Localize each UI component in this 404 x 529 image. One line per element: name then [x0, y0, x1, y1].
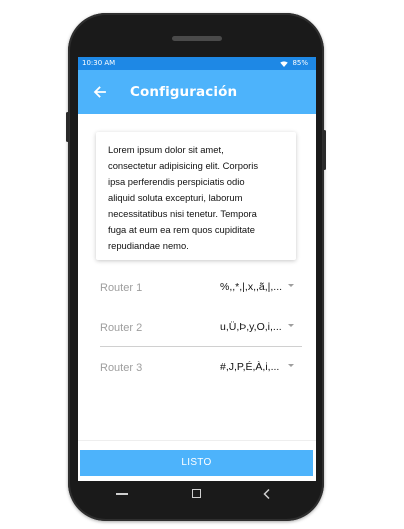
dropdown-arrow-icon [288, 284, 294, 287]
app-screen: 10:30 AM 85% Configuración Lorem ipsum d… [78, 57, 316, 481]
description-text: Lorem ipsum dolor sit amet, consectetur … [108, 142, 286, 254]
description-line: fuga at eum ea rem quos cupiditate [108, 224, 255, 235]
dropdown-arrow-icon [288, 324, 294, 327]
arrow-back-icon[interactable] [92, 84, 108, 100]
router-label: Router 1 [100, 282, 143, 294]
router-1-select[interactable]: %,,*,|,x,,ã,|,... [220, 280, 304, 298]
description-line: necessitatibus nisi tenetur. Tempora [108, 208, 257, 219]
description-line: consectetur adipisicing elit. Corporis [108, 160, 259, 171]
earpiece-speaker [172, 36, 222, 41]
router-value: %,,*,|,x,,ã,|,... [220, 281, 283, 293]
router-value: #,J,P,É,À,i,... [220, 361, 280, 373]
home-square-icon[interactable] [192, 489, 201, 498]
listo-button[interactable]: LISTO [80, 450, 313, 476]
divider [100, 346, 302, 347]
description-line: repudiandae nemo. [108, 240, 189, 251]
description-line: ipsa perferendis perspiciatis odio [108, 176, 245, 187]
wifi-icon [280, 60, 289, 67]
description-line: Lorem ipsum dolor sit amet, [108, 144, 224, 155]
stage: 10:30 AM 85% Configuración Lorem ipsum d… [0, 0, 404, 529]
status-bar: 10:30 AM 85% [78, 57, 316, 70]
router-label: Router 3 [100, 362, 143, 374]
description-card: Lorem ipsum dolor sit amet, consectetur … [96, 132, 296, 260]
router-3-select[interactable]: #,J,P,É,À,i,... [220, 360, 304, 378]
router-label: Router 2 [100, 322, 143, 334]
router-row-2: Router 2 u,Ü,Þ,y,O,i,... [100, 314, 304, 344]
status-indicators: 85% [280, 57, 308, 70]
battery-level: 85% [292, 59, 308, 67]
volume-button [66, 112, 69, 142]
menu-icon[interactable] [116, 493, 128, 495]
description-line: aliquid soluta excepturi, laborum [108, 192, 243, 203]
footer-divider [78, 440, 316, 441]
app-bar: Configuración [78, 70, 316, 114]
router-value: u,Ü,Þ,y,O,i,... [220, 321, 282, 333]
power-button [323, 130, 326, 170]
dropdown-arrow-icon [288, 364, 294, 367]
router-2-select[interactable]: u,Ü,Þ,y,O,i,... [220, 320, 304, 338]
status-time: 10:30 AM [82, 59, 116, 67]
page-title: Configuración [130, 84, 238, 100]
router-row-3: Router 3 #,J,P,É,À,i,... [100, 354, 304, 384]
back-triangle-icon[interactable] [262, 488, 272, 500]
router-row-1: Router 1 %,,*,|,x,,ã,|,... [100, 274, 304, 304]
system-nav-bar [78, 483, 316, 507]
